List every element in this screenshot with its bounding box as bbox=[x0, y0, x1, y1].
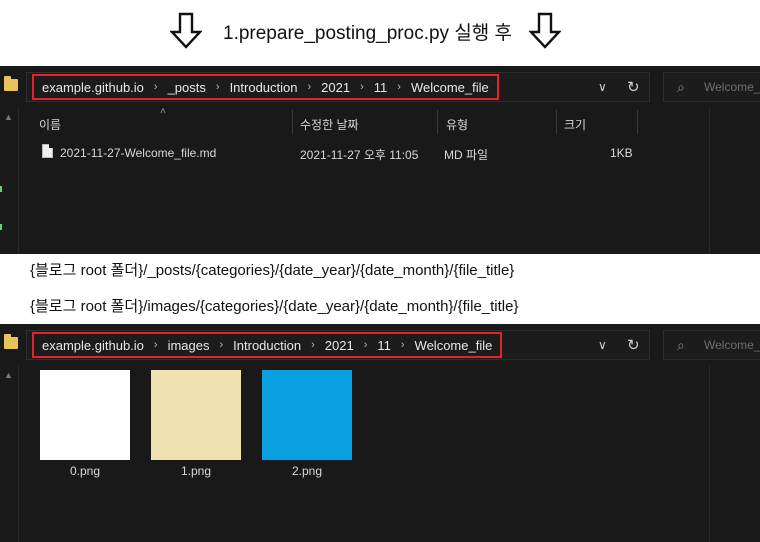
images-path-label: {블로그 root 폴더}/images/{categories}/{date_… bbox=[30, 298, 519, 315]
nav-selection-marker bbox=[0, 224, 2, 230]
search-icon: ⌕ bbox=[677, 79, 685, 95]
search-icon: ⌕ bbox=[677, 337, 685, 353]
explorer-window-posts: example.github.io › _posts › Introduction ›… bbox=[0, 66, 760, 254]
chevron-right-icon: › bbox=[153, 81, 158, 93]
thumbnail-image[interactable] bbox=[262, 370, 352, 460]
breadcrumb-item[interactable]: Welcome_file bbox=[415, 338, 493, 353]
search-placeholder: Welcome_f bbox=[704, 338, 760, 352]
search-placeholder: Welcome_f bbox=[704, 80, 760, 94]
column-divider[interactable] bbox=[637, 110, 638, 134]
column-header-modified[interactable]: 수정한 날짜 bbox=[300, 116, 359, 133]
navigation-pane: ▲ bbox=[0, 366, 19, 542]
file-row[interactable]: 2021-11-27-Welcome_file.md 2021-11-27 오후… bbox=[36, 142, 636, 164]
folder-icon bbox=[4, 334, 18, 349]
breadcrumb[interactable]: example.github.io › _posts › Introduction ›… bbox=[32, 74, 499, 100]
column-header-size[interactable]: 크기 bbox=[564, 116, 586, 133]
document-icon bbox=[42, 144, 53, 158]
breadcrumb-item[interactable]: 2021 bbox=[325, 338, 354, 353]
chevron-down-icon[interactable]: ∨ bbox=[598, 80, 607, 94]
nav-selection-marker bbox=[0, 186, 2, 192]
thumbnail-image[interactable] bbox=[40, 370, 130, 460]
scroll-up-icon[interactable]: ▲ bbox=[4, 370, 13, 380]
column-header-row: 이름 수정한 날짜 유형 크기 bbox=[0, 108, 709, 136]
file-type: MD 파일 bbox=[444, 148, 489, 162]
explorer-window-images: example.github.io › images › Introduction ›… bbox=[0, 324, 760, 542]
chevron-right-icon: › bbox=[363, 339, 368, 351]
breadcrumb-item[interactable]: _posts bbox=[168, 80, 206, 95]
caption-banner: 1.prepare_posting_proc.py 실행 후 bbox=[0, 0, 760, 60]
chevron-right-icon: › bbox=[153, 339, 158, 351]
refresh-icon[interactable]: ↻ bbox=[627, 78, 640, 96]
column-divider[interactable] bbox=[292, 110, 293, 134]
breadcrumb-item[interactable]: 11 bbox=[377, 338, 391, 353]
breadcrumb-item[interactable]: Introduction bbox=[233, 338, 301, 353]
refresh-icon[interactable]: ↻ bbox=[627, 336, 640, 354]
chevron-right-icon: › bbox=[311, 339, 315, 351]
column-divider[interactable] bbox=[556, 110, 557, 134]
preview-pane bbox=[709, 108, 760, 254]
search-input[interactable]: ⌕ Welcome_f bbox=[663, 72, 760, 102]
chevron-right-icon: › bbox=[307, 81, 312, 93]
posts-path-label: {블로그 root 폴더}/_posts/{categories}/{date_… bbox=[30, 262, 515, 279]
breadcrumb-item[interactable]: 2021 bbox=[321, 80, 350, 95]
chevron-right-icon: › bbox=[397, 81, 401, 93]
column-header-name[interactable]: 이름 bbox=[39, 116, 61, 133]
thumbnail-image[interactable] bbox=[151, 370, 241, 460]
column-header-type[interactable]: 유형 bbox=[446, 116, 468, 133]
folder-icon bbox=[4, 76, 18, 91]
preview-pane bbox=[709, 366, 760, 542]
down-arrow-icon bbox=[529, 12, 561, 49]
chevron-down-icon[interactable]: ∨ bbox=[598, 338, 607, 352]
chevron-right-icon: › bbox=[219, 339, 224, 351]
breadcrumb-item[interactable]: Welcome_file bbox=[411, 80, 489, 95]
caption-text: 1.prepare_posting_proc.py 실행 후 bbox=[223, 23, 513, 44]
column-divider[interactable] bbox=[437, 110, 438, 134]
breadcrumb-item[interactable]: Introduction bbox=[230, 80, 298, 95]
file-size: 1KB bbox=[610, 146, 633, 160]
address-bar-row: example.github.io › _posts › Introduction ›… bbox=[0, 66, 760, 108]
breadcrumb-item[interactable]: 11 bbox=[374, 80, 388, 95]
chevron-right-icon: › bbox=[360, 81, 364, 93]
breadcrumb-item[interactable]: example.github.io bbox=[42, 80, 144, 95]
thumbnail-label[interactable]: 0.png bbox=[40, 464, 130, 478]
search-input[interactable]: ⌕ Welcome_f bbox=[663, 330, 760, 360]
thumbnail-label[interactable]: 2.png bbox=[262, 464, 352, 478]
breadcrumb-item[interactable]: example.github.io bbox=[42, 338, 144, 353]
chevron-right-icon: › bbox=[400, 339, 405, 351]
chevron-right-icon: › bbox=[215, 81, 220, 93]
thumbnail-label[interactable]: 1.png bbox=[151, 464, 241, 478]
breadcrumb[interactable]: example.github.io › images › Introduction ›… bbox=[32, 332, 503, 358]
file-name[interactable]: 2021-11-27-Welcome_file.md bbox=[60, 146, 216, 160]
down-arrow-icon bbox=[170, 12, 202, 49]
address-bar-row: example.github.io › images › Introduction ›… bbox=[0, 324, 760, 366]
file-modified: 2021-11-27 오후 11:05 bbox=[300, 148, 419, 162]
breadcrumb-item[interactable]: images bbox=[168, 338, 210, 353]
